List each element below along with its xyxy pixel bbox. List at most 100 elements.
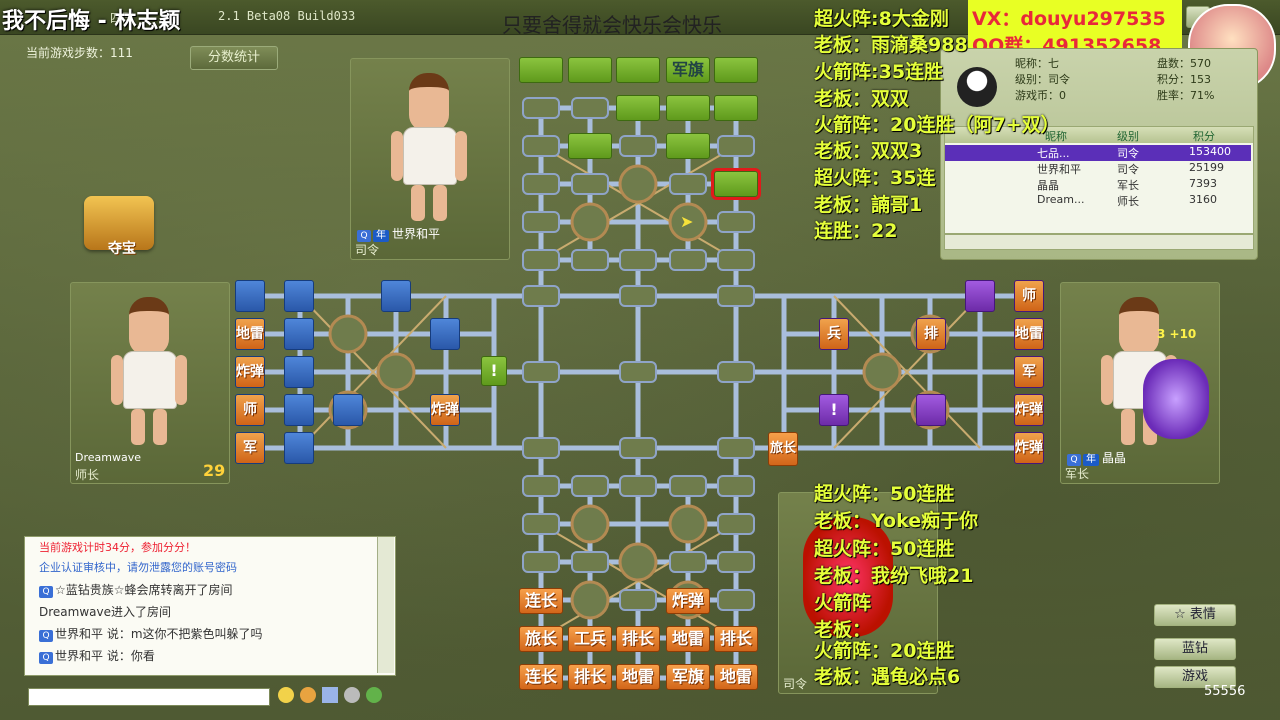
purple-mark-piece[interactable]: ! — [819, 394, 849, 426]
purple-bomb-piece[interactable]: 炸弹 — [1014, 432, 1044, 464]
board-cell[interactable] — [522, 437, 560, 459]
board-cell[interactable] — [522, 135, 560, 157]
board-cell[interactable] — [717, 249, 755, 271]
orange-piece[interactable]: 军旗 — [666, 664, 710, 690]
blue-piece[interactable] — [333, 394, 363, 426]
orange-piece[interactable]: 排长 — [616, 626, 660, 652]
blue-piece[interactable] — [381, 280, 411, 312]
blue-piece[interactable] — [284, 432, 314, 464]
blue-piece[interactable] — [284, 280, 314, 312]
board-cell[interactable] — [571, 249, 609, 271]
purple-army-piece[interactable]: 军 — [1014, 356, 1044, 388]
board-cell[interactable] — [717, 475, 755, 497]
orange-piece[interactable]: 连长 — [519, 664, 563, 690]
board-cell[interactable] — [571, 97, 609, 119]
green-piece[interactable] — [666, 133, 710, 159]
board-cell[interactable] — [619, 437, 657, 459]
orange-piece[interactable]: 排长 — [714, 626, 758, 652]
purple-bomb-piece[interactable]: 炸弹 — [1014, 394, 1044, 426]
orange-brigade-piece-side[interactable]: 旅长 — [768, 432, 798, 466]
board-cell[interactable] — [571, 551, 609, 573]
board-cell[interactable] — [522, 211, 560, 233]
send-icon[interactable] — [366, 687, 382, 703]
chat-scrollbar[interactable] — [377, 537, 394, 673]
orange-piece[interactable]: 炸弹 — [666, 588, 710, 614]
blue-army-piece[interactable]: 军 — [235, 432, 265, 464]
green-flag-piece[interactable]: 军旗 — [666, 57, 710, 83]
board-cell[interactable] — [717, 135, 755, 157]
board-cell[interactable] — [522, 513, 560, 535]
blue-piece[interactable] — [235, 280, 265, 312]
blue-piece[interactable] — [430, 318, 460, 350]
blue-piece[interactable] — [284, 318, 314, 350]
table-row[interactable]: 世界和平 司令 25199 — [945, 161, 1251, 177]
blue-piece[interactable] — [284, 394, 314, 426]
board-cell[interactable] — [619, 361, 657, 383]
green-piece[interactable] — [616, 95, 660, 121]
green-piece[interactable] — [714, 57, 758, 83]
board-cell[interactable] — [619, 589, 657, 611]
table-row[interactable]: Dream... 师长 3160 — [945, 193, 1251, 209]
table-row[interactable]: 晶晶 军长 7393 — [945, 177, 1251, 193]
purple-division-piece[interactable]: 师 — [1014, 280, 1044, 312]
table-row[interactable]: 七品... 司令 153400 — [945, 145, 1251, 161]
green-piece[interactable] — [568, 57, 612, 83]
blue-bomb-piece[interactable]: 炸弹 — [430, 394, 460, 426]
green-piece[interactable] — [616, 57, 660, 83]
green-piece[interactable] — [714, 95, 758, 121]
board-cell[interactable] — [669, 475, 707, 497]
board-cell[interactable] — [717, 437, 755, 459]
green-piece[interactable] — [666, 95, 710, 121]
green-piece[interactable] — [519, 57, 563, 83]
board-cell[interactable] — [522, 97, 560, 119]
purple-piece[interactable] — [916, 394, 946, 426]
board-cell[interactable] — [571, 173, 609, 195]
blue-diamond-button[interactable]: 蓝钻 — [1154, 638, 1236, 660]
orange-piece[interactable]: 地雷 — [616, 664, 660, 690]
board-cell[interactable] — [522, 173, 560, 195]
board-cell[interactable] — [522, 285, 560, 307]
purple-platoon-piece[interactable]: 排 — [916, 318, 946, 350]
orange-piece[interactable]: 连长 — [519, 588, 563, 614]
board-cell[interactable] — [522, 475, 560, 497]
green-mark-piece[interactable]: ! — [481, 356, 507, 386]
table-hscrollbar[interactable] — [944, 234, 1254, 250]
board-cell[interactable] — [619, 285, 657, 307]
board-cell[interactable] — [717, 285, 755, 307]
board-cell[interactable] — [522, 551, 560, 573]
board-cell[interactable] — [571, 475, 609, 497]
purple-soldier-piece[interactable]: 兵 — [819, 318, 849, 350]
orange-piece[interactable]: 工兵 — [568, 626, 612, 652]
orange-piece[interactable]: 地雷 — [666, 626, 710, 652]
settings-icon[interactable] — [344, 687, 360, 703]
board-cell[interactable] — [717, 211, 755, 233]
purple-mine-piece[interactable]: 地雷 — [1014, 318, 1044, 350]
blue-piece[interactable] — [284, 356, 314, 388]
board-cell[interactable] — [619, 135, 657, 157]
board-cell[interactable] — [669, 173, 707, 195]
smile-icon[interactable] — [278, 687, 294, 703]
orange-piece[interactable]: 地雷 — [714, 664, 758, 690]
board-cell[interactable] — [669, 551, 707, 573]
board-cell[interactable] — [717, 361, 755, 383]
board-cell[interactable] — [717, 551, 755, 573]
blue-mine-piece[interactable]: 地雷 — [235, 318, 265, 350]
orange-piece[interactable]: 排长 — [568, 664, 612, 690]
blue-division-piece[interactable]: 师 — [235, 394, 265, 426]
green-piece[interactable] — [568, 133, 612, 159]
board-cell[interactable] — [669, 249, 707, 271]
orange-piece[interactable]: 旅长 — [519, 626, 563, 652]
sound-icon[interactable] — [322, 687, 338, 703]
board-cell[interactable] — [717, 513, 755, 535]
emoji-icon[interactable] — [300, 687, 316, 703]
blue-bomb-piece[interactable]: 炸弹 — [235, 356, 265, 388]
purple-piece[interactable] — [965, 280, 995, 312]
board-cell[interactable] — [717, 589, 755, 611]
chat-input[interactable] — [28, 688, 270, 706]
board-cell[interactable] — [619, 249, 657, 271]
board-cell[interactable] — [522, 361, 560, 383]
green-piece-selected[interactable] — [711, 168, 761, 200]
emote-button[interactable]: ☆ 表情 — [1154, 604, 1236, 626]
board-cell[interactable] — [522, 249, 560, 271]
board-cell[interactable] — [619, 475, 657, 497]
